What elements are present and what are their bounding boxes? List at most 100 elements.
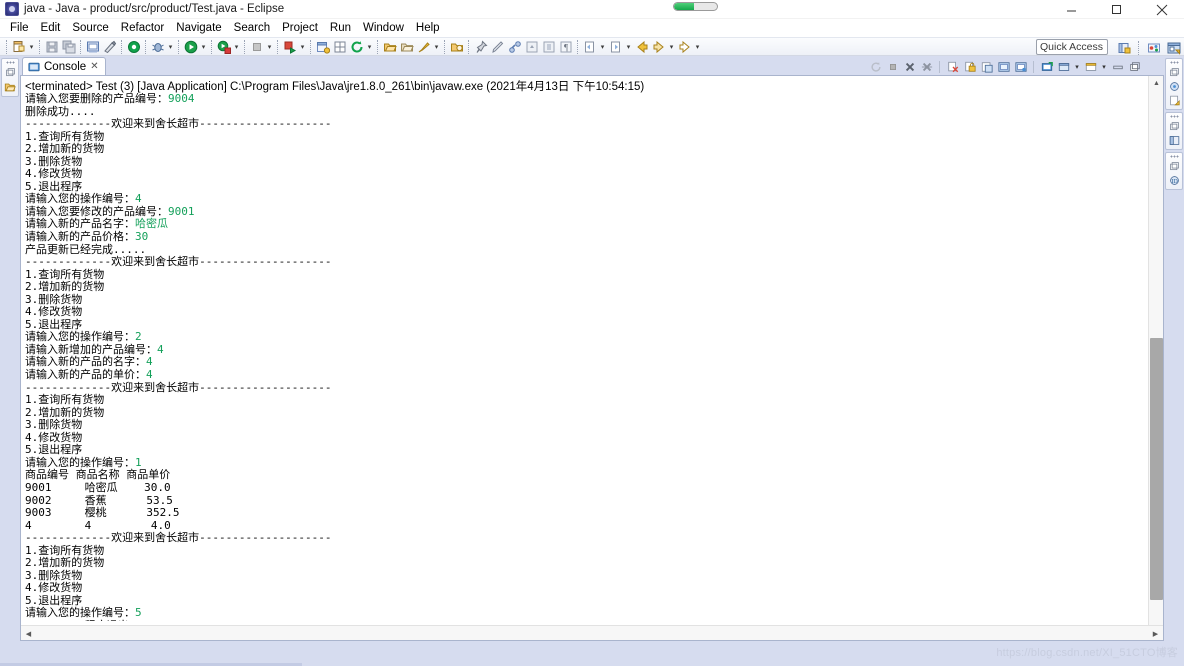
forward-icon[interactable] bbox=[650, 38, 667, 55]
maximize-icon[interactable] bbox=[1127, 59, 1142, 74]
display-selected-console-icon[interactable] bbox=[1013, 59, 1028, 74]
back-page-dropdown-icon[interactable]: ▾ bbox=[598, 38, 607, 55]
menu-refactor[interactable]: Refactor bbox=[115, 21, 170, 35]
next-annotation-icon[interactable] bbox=[540, 38, 557, 55]
open-resource-icon[interactable] bbox=[448, 38, 465, 55]
terminate-and-relaunch-icon[interactable] bbox=[868, 59, 883, 74]
new-java-class-icon[interactable] bbox=[331, 38, 348, 55]
forward-page-dropdown-icon[interactable]: ▾ bbox=[624, 38, 633, 55]
pencil-icon[interactable] bbox=[489, 38, 506, 55]
console-vertical-scrollbar[interactable]: ▲ ▼ bbox=[1148, 76, 1163, 640]
new-wizard-icon[interactable] bbox=[10, 38, 27, 55]
task-list-icon[interactable] bbox=[1169, 95, 1180, 106]
new-wizard-dropdown-icon[interactable]: ▾ bbox=[27, 38, 36, 55]
snippets-icon[interactable]: ID bbox=[1169, 175, 1180, 186]
back-page-icon[interactable] bbox=[581, 38, 598, 55]
scroll-right-icon[interactable]: ▶ bbox=[1148, 626, 1163, 641]
maximize-button[interactable] bbox=[1094, 0, 1139, 19]
minimize-icon[interactable] bbox=[1110, 59, 1125, 74]
new-java-project-icon[interactable] bbox=[314, 38, 331, 55]
restore-icon[interactable] bbox=[1169, 61, 1179, 64]
run-coverage-icon[interactable] bbox=[215, 38, 232, 55]
search-icon[interactable] bbox=[415, 38, 432, 55]
restore-icon[interactable] bbox=[1169, 161, 1180, 172]
restore-icon[interactable] bbox=[5, 67, 16, 78]
refresh-dropdown-icon[interactable]: ▾ bbox=[365, 38, 374, 55]
new-console-dropdown-icon[interactable]: ▾ bbox=[1073, 63, 1081, 71]
restore-icon[interactable] bbox=[1169, 67, 1180, 78]
java-perspective-icon[interactable] bbox=[1165, 39, 1182, 56]
console-menu-dropdown-icon[interactable]: ▾ bbox=[1100, 63, 1108, 71]
restore-icon[interactable] bbox=[1169, 155, 1179, 158]
last-edit-location-icon[interactable]: ¶ bbox=[557, 38, 574, 55]
menu-navigate[interactable]: Navigate bbox=[170, 21, 227, 35]
run-icon[interactable] bbox=[182, 38, 199, 55]
previous-annotation-icon[interactable] bbox=[523, 38, 540, 55]
java-ee-perspective-icon[interactable] bbox=[1145, 39, 1162, 56]
save-all-icon[interactable] bbox=[60, 38, 77, 55]
pin-console-icon[interactable] bbox=[996, 59, 1011, 74]
menu-help[interactable]: Help bbox=[410, 21, 446, 35]
console-line: 1.查询所有货物 bbox=[25, 543, 105, 557]
menu-run[interactable]: Run bbox=[324, 21, 357, 35]
debug-dropdown-icon[interactable]: ▾ bbox=[166, 38, 175, 55]
external-tools-icon[interactable] bbox=[281, 38, 298, 55]
open-task-icon[interactable] bbox=[398, 38, 415, 55]
forward-white-icon[interactable] bbox=[676, 38, 693, 55]
run-dropdown-icon[interactable]: ▾ bbox=[199, 38, 208, 55]
open-console-dropdown-icon[interactable] bbox=[1083, 59, 1098, 74]
pin-editor-icon[interactable] bbox=[472, 38, 489, 55]
console-output-text[interactable]: 请输入您要删除的产品编号：9004 删除成功.... -------------欢迎… bbox=[25, 93, 1145, 621]
menu-file[interactable]: File bbox=[4, 21, 35, 35]
terminate-icon[interactable] bbox=[885, 59, 900, 74]
console-line: 请输入您的操作编号：1 bbox=[25, 455, 142, 469]
remove-all-terminated-icon[interactable] bbox=[919, 59, 934, 74]
console-line: 2.增加新的货物 bbox=[25, 280, 105, 294]
left-minimized-stack bbox=[1, 58, 19, 97]
servers-view-icon[interactable] bbox=[1169, 135, 1180, 146]
forward-white-dropdown-icon[interactable]: ▾ bbox=[693, 38, 702, 55]
menu-window[interactable]: Window bbox=[357, 21, 410, 35]
scroll-lock-icon[interactable] bbox=[962, 59, 977, 74]
scroll-up-icon[interactable]: ▲ bbox=[1149, 76, 1164, 91]
menu-search[interactable]: Search bbox=[228, 21, 276, 35]
clear-console-icon[interactable] bbox=[945, 59, 960, 74]
scrollbar-thumb[interactable] bbox=[1150, 338, 1163, 600]
console-horizontal-scrollbar[interactable]: ◀ ▶ bbox=[21, 625, 1163, 640]
terminate-dropdown-icon[interactable]: ▾ bbox=[265, 38, 274, 55]
debug-icon[interactable] bbox=[149, 38, 166, 55]
external-tools-dropdown-icon[interactable]: ▾ bbox=[298, 38, 307, 55]
open-type-icon[interactable] bbox=[381, 38, 398, 55]
new-java-package-icon[interactable] bbox=[125, 38, 142, 55]
forward-dropdown-icon[interactable]: ▾ bbox=[667, 38, 676, 55]
restore-icon[interactable] bbox=[1169, 121, 1180, 132]
scroll-left-icon[interactable]: ◀ bbox=[21, 626, 36, 641]
outline-icon[interactable] bbox=[1169, 81, 1180, 92]
close-button[interactable] bbox=[1139, 0, 1184, 19]
toggle-mark-occurrences-icon[interactable] bbox=[101, 38, 118, 55]
search-dropdown-icon[interactable]: ▾ bbox=[432, 38, 441, 55]
print-icon[interactable] bbox=[84, 38, 101, 55]
open-perspective-icon[interactable] bbox=[1115, 39, 1132, 56]
forward-page-icon[interactable] bbox=[607, 38, 624, 55]
quick-access-input[interactable]: Quick Access bbox=[1036, 39, 1108, 55]
menu-project[interactable]: Project bbox=[276, 21, 324, 35]
open-console-icon[interactable] bbox=[1039, 59, 1054, 74]
minimize-button[interactable] bbox=[1049, 0, 1094, 19]
restore-icon[interactable] bbox=[1169, 115, 1179, 118]
back-icon[interactable] bbox=[633, 38, 650, 55]
package-explorer-icon[interactable] bbox=[4, 81, 16, 93]
refresh-icon[interactable] bbox=[348, 38, 365, 55]
show-console-on-output-icon[interactable] bbox=[979, 59, 994, 74]
menu-source[interactable]: Source bbox=[66, 21, 114, 35]
tab-console[interactable]: Console ✕ bbox=[22, 57, 106, 75]
run-coverage-dropdown-icon[interactable]: ▾ bbox=[232, 38, 241, 55]
link-icon[interactable] bbox=[506, 38, 523, 55]
new-console-view-icon[interactable] bbox=[1056, 59, 1071, 74]
restore-icon[interactable] bbox=[5, 61, 15, 64]
remove-launch-icon[interactable] bbox=[902, 59, 917, 74]
save-icon[interactable] bbox=[43, 38, 60, 55]
close-icon[interactable]: ✕ bbox=[90, 61, 98, 72]
menu-edit[interactable]: Edit bbox=[35, 21, 67, 35]
terminate-icon[interactable] bbox=[248, 38, 265, 55]
